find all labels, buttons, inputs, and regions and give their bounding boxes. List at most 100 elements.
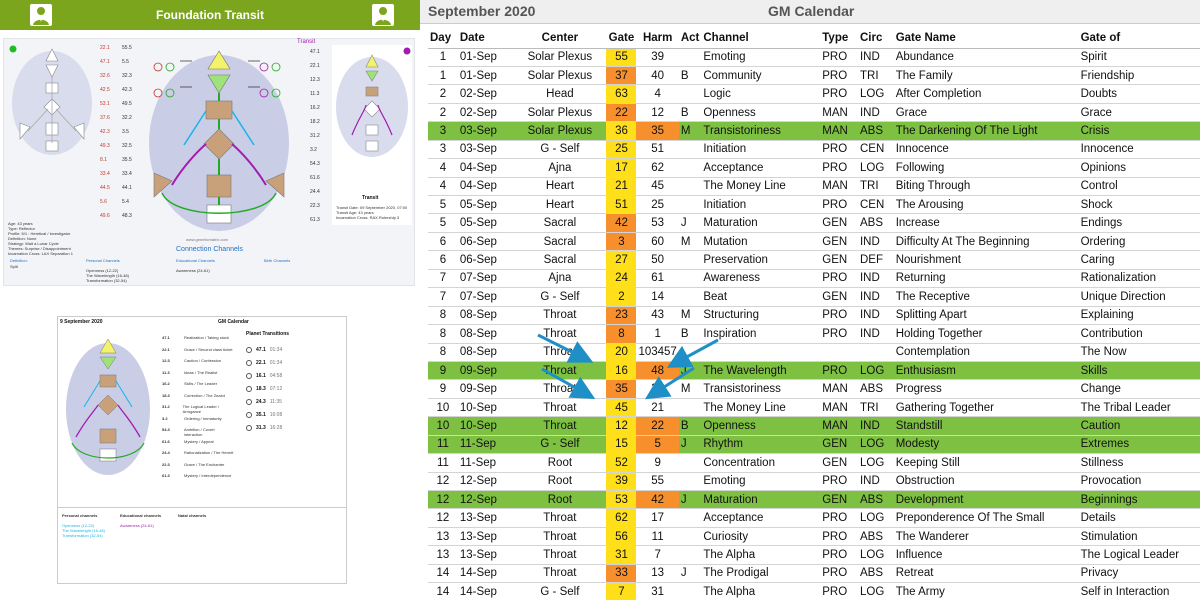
table-row[interactable]: 9 09-Sep Throat 35 36 M Transistoriness MAN ABS P…: [428, 379, 1200, 399]
planet-value: 18.2: [310, 119, 320, 125]
transition-gate: 31.3: [256, 424, 266, 431]
cell-act: M: [678, 379, 702, 399]
table-row[interactable]: 12 13-Sep Throat 62 17 Acceptance PRO LOG Prepon…: [428, 508, 1200, 528]
col-day[interactable]: Day: [428, 28, 458, 49]
cell-center: G - Self: [513, 140, 607, 160]
cell-gate-of: Unique Direction: [1078, 287, 1200, 307]
table-row[interactable]: 11 11-Sep Root 52 9 Concentration GEN LOG Keepin…: [428, 453, 1200, 473]
cell-gate-name: After Completion: [893, 84, 1079, 104]
cell-type: PRO: [820, 269, 858, 289]
cell-center: G - Self: [513, 435, 607, 455]
col-harm[interactable]: Harm: [636, 28, 679, 49]
cell-type: GEN: [820, 287, 858, 307]
mini-gate-desc: Mystery / Appeal: [184, 438, 214, 444]
cell-gate-of: Caution: [1078, 416, 1200, 436]
cell-harm: 13: [636, 564, 679, 584]
table-row[interactable]: 2 02-Sep Solar Plexus 22 12 B Openness MAN IND Gr…: [428, 103, 1200, 123]
cell-circ: ABS: [857, 527, 894, 547]
cell-gate: 62: [606, 508, 637, 528]
cell-type: PRO: [820, 545, 858, 565]
cell-date: 13-Sep: [457, 508, 514, 528]
transit-avatar-icon[interactable]: [372, 4, 394, 26]
cell-act: J: [678, 564, 702, 584]
cell-channel: Initiation: [701, 140, 821, 160]
table-row[interactable]: 7 07-Sep G - Self 2 14 Beat GEN IND The Receptiv…: [428, 287, 1200, 307]
cell-harm: 43: [636, 306, 679, 326]
cell-type: GEN: [820, 213, 858, 233]
table-row[interactable]: 6 06-Sep Sacral 3 60 M Mutation GEN IND Difficult…: [428, 232, 1200, 252]
cell-center: Throat: [513, 416, 607, 436]
col-circ[interactable]: Circ: [857, 28, 894, 49]
table-row[interactable]: 14 14-Sep G - Self 7 31 The Alpha PRO LOG The Ar…: [428, 582, 1200, 600]
mini-gate-desc: The Logical Leader / Arrogance: [182, 404, 220, 414]
cell-circ: IND: [857, 324, 894, 344]
col-date[interactable]: Date: [457, 28, 514, 49]
table-row[interactable]: 5 05-Sep Heart 51 25 Initiation PRO CEN The Arou…: [428, 195, 1200, 215]
table-row[interactable]: 10 10-Sep Throat 45 21 The Money Line MAN TRI Ga…: [428, 398, 1200, 418]
planet-transitions-title: Planet Transitions: [246, 331, 290, 337]
table-row[interactable]: 1 01-Sep Solar Plexus 55 39 Emoting PRO IND Abun…: [428, 48, 1200, 67]
table-row[interactable]: 4 04-Sep Heart 21 45 The Money Line MAN TRI Biti…: [428, 177, 1200, 197]
planet-value: 22.1: [100, 45, 110, 51]
col-channel[interactable]: Channel: [701, 28, 821, 49]
cell-circ: LOG: [857, 453, 894, 473]
cell-channel: The Money Line: [701, 177, 821, 197]
cell-channel: The Wavelength: [701, 361, 821, 381]
col-act[interactable]: Act: [678, 28, 702, 49]
table-row[interactable]: 9 09-Sep Throat 16 48 J The Wavelength PRO LOG En…: [428, 361, 1200, 381]
planet-value: 35.5: [122, 157, 132, 163]
channel-item: Transformation (32-54): [86, 278, 127, 283]
cell-gate-of: Provocation: [1078, 472, 1200, 492]
mini-gate-list: 47.1 Realization / Taking stock 22.1 Grace …: [162, 335, 234, 485]
calendar-body: 1 01-Sep Solar Plexus 55 39 Emoting PRO IND Abun…: [428, 48, 1200, 600]
cell-gate-of: Endings: [1078, 213, 1200, 233]
col-gate-of[interactable]: Gate of: [1078, 28, 1200, 49]
cell-harm: 53: [636, 213, 679, 233]
planet-column-personality: 55.5 5.5 32.3 42.3 49.5 32.2 3.5 32.5 35…: [122, 45, 144, 227]
table-row[interactable]: 6 06-Sep Sacral 27 50 Preservation GEN DEF Nouri…: [428, 250, 1200, 270]
cell-channel: Openness: [701, 103, 821, 123]
planet-glyph-icons: [153, 60, 281, 98]
table-row[interactable]: 10 10-Sep Throat 12 22 B Openness MAN IND Standst…: [428, 416, 1200, 436]
cell-gate-name: Nourishment: [893, 250, 1079, 270]
table-row[interactable]: 11 11-Sep G - Self 15 5 J Rhythm GEN LOG Modesty E…: [428, 435, 1200, 455]
cell-circ: LOG: [857, 361, 894, 381]
table-row[interactable]: 14 14-Sep Throat 33 13 J The Prodigal PRO ABS Ret…: [428, 564, 1200, 584]
cell-circ: CEN: [857, 195, 894, 215]
col-center[interactable]: Center: [513, 28, 607, 49]
cell-day: 8: [428, 306, 458, 326]
cell-channel: The Alpha: [701, 545, 821, 565]
transit-chart-card: Transit Transit Date: 09 September 2020,…: [332, 45, 412, 225]
table-row[interactable]: 7 07-Sep Ajna 24 61 Awareness PRO IND Returning R…: [428, 269, 1200, 289]
table-row[interactable]: 1 01-Sep Solar Plexus 37 40 B Community PRO TRI T…: [428, 66, 1200, 86]
table-row[interactable]: 12 12-Sep Root 39 55 Emoting PRO IND Obstruction…: [428, 472, 1200, 492]
table-row[interactable]: 3 03-Sep G - Self 25 51 Initiation PRO CEN Innoc…: [428, 140, 1200, 160]
table-row[interactable]: 13 13-Sep Throat 56 11 Curiosity PRO ABS The Wan…: [428, 527, 1200, 547]
col-type[interactable]: Type: [820, 28, 858, 49]
table-row[interactable]: 13 13-Sep Throat 31 7 The Alpha PRO LOG Influenc…: [428, 545, 1200, 565]
cell-harm: 5: [636, 435, 679, 455]
cell-channel: Maturation: [701, 490, 821, 510]
table-row[interactable]: 8 08-Sep Throat 20 103457 Contemplation The No…: [428, 343, 1200, 362]
table-row[interactable]: 2 02-Sep Head 63 4 Logic PRO LOG After Completio…: [428, 84, 1200, 104]
person-avatar-icon[interactable]: [30, 4, 52, 26]
table-row[interactable]: 12 12-Sep Root 53 42 J Maturation GEN ABS Develop…: [428, 490, 1200, 510]
table-row[interactable]: 3 03-Sep Solar Plexus 36 35 M Transistoriness M…: [428, 121, 1200, 141]
cell-gate-name: Contemplation: [893, 343, 1079, 362]
table-row[interactable]: 8 08-Sep Throat 23 43 M Structuring PRO IND Split…: [428, 306, 1200, 326]
table-row[interactable]: 5 05-Sep Sacral 42 53 J Maturation GEN ABS Increa…: [428, 213, 1200, 233]
planet-value: 32.5: [122, 143, 132, 149]
transition-gate: 35.1: [256, 411, 266, 418]
cell-center: Heart: [513, 195, 607, 215]
transition-gate: 24.3: [256, 398, 266, 405]
col-gate[interactable]: Gate: [606, 28, 637, 49]
mini-gate-value: 22.1: [162, 346, 170, 352]
cell-gate: 20: [606, 343, 637, 362]
planet-value: 42.3: [122, 87, 132, 93]
table-row[interactable]: 4 04-Sep Ajna 17 62 Acceptance PRO LOG Following…: [428, 158, 1200, 178]
cell-channel: Mutation: [701, 232, 821, 252]
table-row[interactable]: 8 08-Sep Throat 8 1 B Inspiration PRO IND Holding…: [428, 324, 1200, 344]
cell-day: 2: [428, 84, 458, 104]
cell-day: 12: [428, 490, 458, 510]
col-gate-name[interactable]: Gate Name: [893, 28, 1079, 49]
